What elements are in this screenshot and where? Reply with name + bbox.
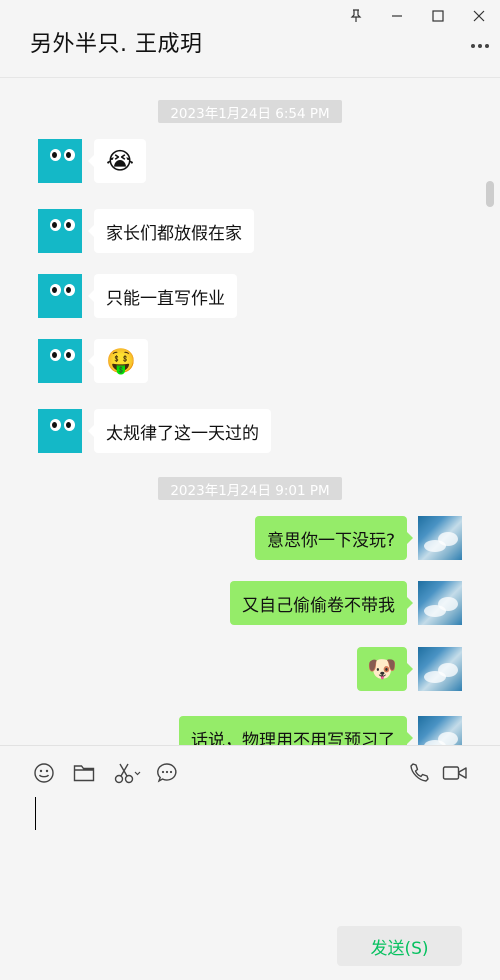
chat-header: 另外半只. 王成玥 bbox=[0, 0, 500, 78]
minimize-icon[interactable] bbox=[386, 6, 408, 26]
folder-icon[interactable] bbox=[72, 761, 96, 785]
maximize-icon[interactable] bbox=[427, 6, 449, 26]
input-area[interactable]: 发送(S) bbox=[0, 745, 500, 980]
scrollbar[interactable] bbox=[486, 181, 494, 207]
my-avatar[interactable] bbox=[418, 516, 462, 560]
video-icon[interactable] bbox=[442, 761, 468, 785]
message-bubble-incoming[interactable]: 😭 bbox=[87, 139, 147, 183]
message-bubble-outgoing[interactable]: 🐶 bbox=[357, 647, 413, 691]
chat-title: 另外半只. 王成玥 bbox=[30, 32, 203, 57]
message-text: 太规律了这一天过的 bbox=[106, 423, 259, 444]
chat-history-icon[interactable] bbox=[155, 761, 179, 785]
message-input[interactable] bbox=[30, 794, 470, 914]
message-text: 意思你一下没玩? bbox=[266, 530, 395, 551]
phone-icon[interactable] bbox=[407, 761, 431, 785]
message-bubble-incoming[interactable]: 🤑 bbox=[88, 339, 148, 383]
pin-icon[interactable] bbox=[345, 6, 367, 26]
contact-avatar[interactable] bbox=[38, 339, 82, 383]
message-bubble-incoming[interactable]: 太规律了这一天过的 bbox=[88, 409, 271, 453]
message-bubble-incoming[interactable]: 只能一直写作业 bbox=[88, 274, 237, 318]
contact-avatar[interactable] bbox=[38, 409, 82, 453]
message-text: 只能一直写作业 bbox=[106, 288, 225, 309]
crying-emoji: 😭 bbox=[106, 147, 135, 175]
message-text: 话说，物理用不用写预习了 bbox=[191, 730, 395, 746]
my-avatar[interactable] bbox=[418, 581, 462, 625]
close-icon[interactable] bbox=[468, 6, 490, 26]
timestamp: 2023年1月24日 9:01 PM bbox=[158, 477, 342, 500]
my-avatar[interactable] bbox=[418, 647, 462, 691]
scissors-icon[interactable] bbox=[113, 761, 143, 785]
money-mouth-emoji: 🤑 bbox=[106, 347, 136, 375]
contact-avatar[interactable] bbox=[38, 209, 82, 253]
message-bubble-outgoing[interactable]: 话说，物理用不用写预习了 bbox=[179, 716, 413, 746]
more-icon[interactable] bbox=[468, 38, 492, 54]
message-bubble-incoming[interactable]: 家长们都放假在家 bbox=[88, 209, 254, 253]
contact-avatar[interactable] bbox=[38, 139, 82, 183]
emoji-icon[interactable] bbox=[32, 761, 56, 785]
timestamp: 2023年1月24日 6:54 PM bbox=[158, 100, 342, 123]
message-text: 又自己偷偷卷不带我 bbox=[242, 595, 395, 616]
send-button[interactable]: 发送(S) bbox=[337, 926, 462, 966]
message-text: 家长们都放假在家 bbox=[106, 223, 242, 244]
message-list[interactable]: 2023年1月24日 6:54 PM 😭 家长们都放假在家 只能一直写作业 🤑 … bbox=[0, 79, 500, 745]
message-bubble-outgoing[interactable]: 意思你一下没玩? bbox=[254, 516, 414, 560]
contact-avatar[interactable] bbox=[38, 274, 82, 318]
my-avatar[interactable] bbox=[418, 716, 462, 745]
message-bubble-outgoing[interactable]: 又自己偷偷卷不带我 bbox=[230, 581, 413, 625]
doge-emoji: 🐶 bbox=[367, 655, 397, 683]
